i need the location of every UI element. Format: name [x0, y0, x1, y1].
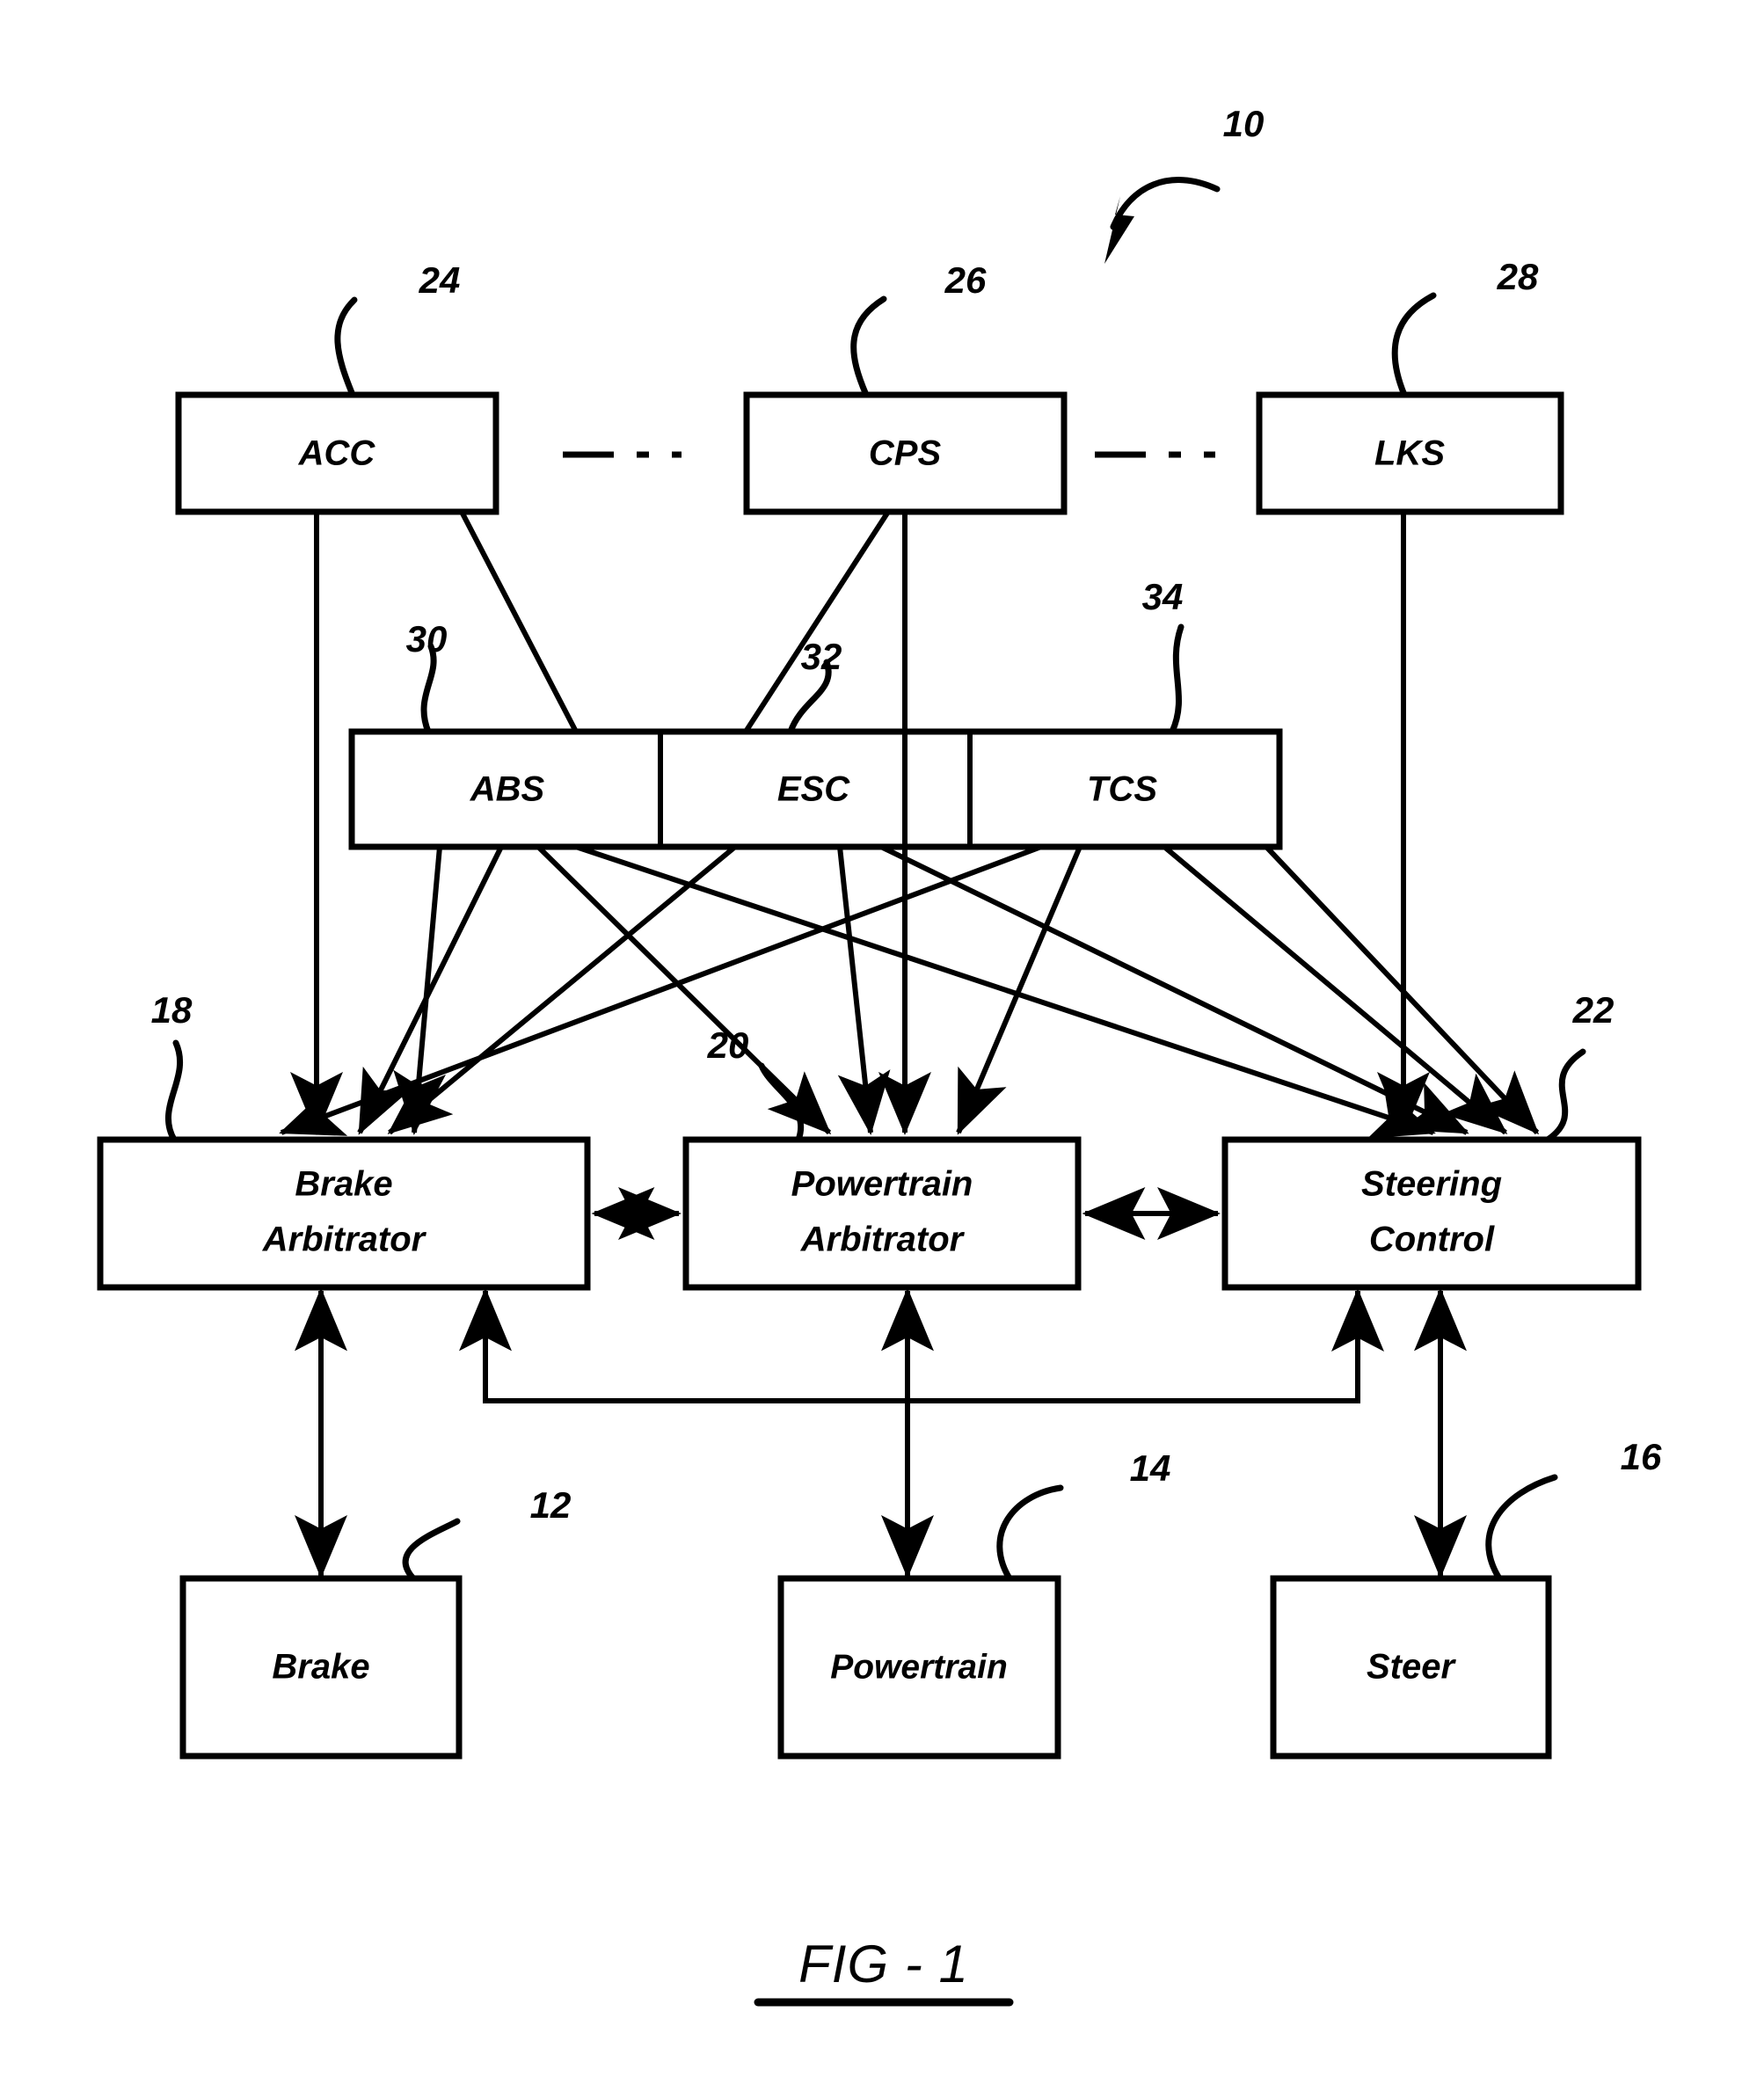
link-abs-to-brake-arbitrator	[357, 845, 504, 1135]
link-esc-to-steering-control	[879, 844, 1469, 1135]
links-middle-to-arbitrators	[279, 844, 1540, 1139]
link-acc-to-abs	[459, 510, 579, 733]
ref-leader-22	[1544, 1048, 1586, 1143]
link-tcs-to-steering-control	[1163, 844, 1508, 1135]
node-brake-arbitrator-label-line2: Arbitrator	[262, 1221, 427, 1259]
node-brake-label: Brake	[272, 1648, 369, 1687]
ref-leader-24	[334, 296, 358, 398]
node-steering-control-label-line2: Control	[1369, 1221, 1495, 1259]
figure-caption: FIG - 1	[798, 1935, 969, 1993]
node-steer-label: Steer	[1367, 1648, 1456, 1687]
ref-leader-18	[165, 1039, 184, 1143]
link-tcs-to-brake-arbitrator	[279, 844, 1043, 1136]
ref-leader-20	[758, 1062, 804, 1143]
system-ref-arrowhead	[1104, 196, 1134, 264]
node-lks-label: LKS	[1374, 434, 1445, 473]
ref-leader-12	[402, 1518, 461, 1582]
figure-canvas: 10 ACC CPS LKS 24 26 28 ABS ESC TCS 30 3…	[97, 103, 1662, 2007]
ref-label-28: 28	[1497, 256, 1539, 297]
ref-label-10: 10	[1223, 103, 1265, 144]
node-abs-label: ABS	[470, 770, 545, 809]
ref-leader-34	[1169, 623, 1185, 735]
node-steering-control-label-line1: Steering	[1361, 1165, 1502, 1204]
ref-label-26: 26	[944, 259, 987, 301]
node-powertrain-label: Powertrain	[830, 1648, 1008, 1686]
ref-leader-28	[1391, 292, 1437, 398]
node-steering-control[interactable]	[1221, 1136, 1642, 1291]
link-tcs-to-powertrain-arbitrator	[956, 845, 1082, 1135]
node-tcs-label: TCS	[1087, 770, 1157, 809]
ref-label-14: 14	[1130, 1447, 1171, 1489]
system-ref-leader	[1104, 177, 1221, 264]
node-cps-label: CPS	[869, 434, 942, 473]
node-powertrain-arbitrator[interactable]	[682, 1136, 1082, 1291]
node-brake-arbitrator-label-line1: Brake	[295, 1165, 392, 1204]
node-esc-label: ESC	[777, 770, 850, 809]
ref-label-20: 20	[707, 1024, 749, 1066]
ref-label-34: 34	[1142, 576, 1184, 617]
ref-label-32: 32	[801, 636, 842, 677]
ref-label-22: 22	[1572, 989, 1615, 1031]
links-arbitrators-to-actuators	[295, 1287, 1467, 1578]
ref-leader-16	[1485, 1474, 1558, 1582]
ref-label-30: 30	[406, 618, 448, 660]
node-acc-label: ACC	[298, 434, 376, 473]
link-esc-to-powertrain-arbitrator	[837, 846, 891, 1135]
ref-label-12: 12	[530, 1484, 572, 1526]
node-powertrain-arbitrator-label-line2: Arbitrator	[800, 1221, 966, 1259]
patent-figure-1: 10 ACC CPS LKS 24 26 28 ABS ESC TCS 30 3…	[0, 0, 1764, 2099]
feedback-bus	[459, 1287, 1384, 1403]
ref-label-24: 24	[419, 259, 461, 301]
ref-label-18: 18	[151, 989, 193, 1031]
link-abs-secondary-to-brake-arbitrator	[393, 846, 447, 1135]
node-brake-arbitrator[interactable]	[97, 1136, 591, 1291]
ref-leader-26	[850, 295, 887, 398]
node-powertrain-arbitrator-label-line1: Powertrain	[791, 1165, 973, 1204]
feedback-bus-path	[459, 1287, 1384, 1403]
ref-leader-14	[996, 1484, 1064, 1582]
ref-label-16: 16	[1621, 1436, 1662, 1477]
